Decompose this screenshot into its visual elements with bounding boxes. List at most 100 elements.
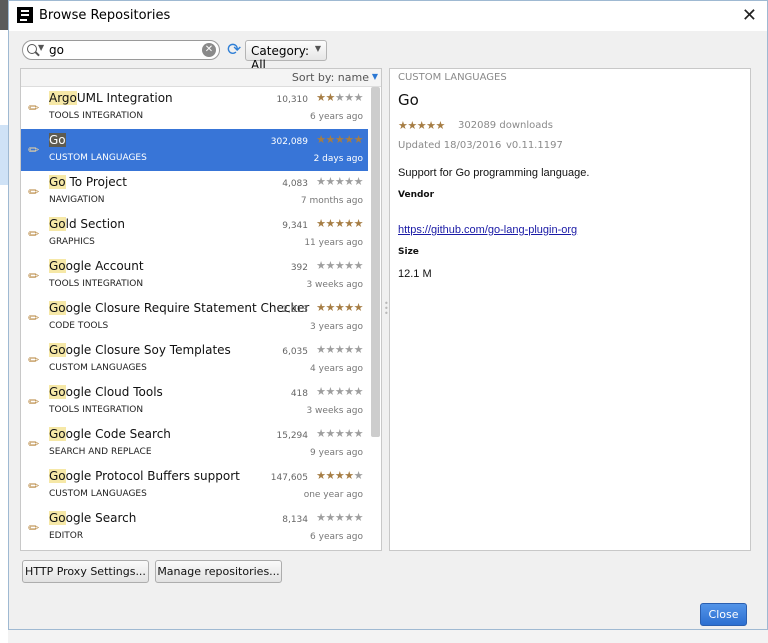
detail-downloads: 302089 downloads — [458, 120, 553, 131]
rating-stars: ★★★★★ — [316, 469, 363, 482]
plugin-name: Google Closure Soy Templates — [49, 343, 231, 357]
detail-description: Support for Go programming language. — [398, 167, 590, 179]
plugin-name: Google Search — [49, 511, 137, 525]
background-strip — [8, 630, 768, 643]
plugin-category: EDITOR — [49, 531, 84, 541]
search-icon[interactable] — [27, 44, 37, 54]
plugin-downloads: 10,310 — [276, 95, 309, 105]
plugin-category: CUSTOM LANGUAGES — [49, 153, 147, 163]
refresh-icon[interactable]: ⟳ — [227, 40, 241, 60]
plugin-category: GRAPHICS — [49, 237, 95, 247]
search-field[interactable]: ▼ go ✕ — [22, 40, 220, 60]
search-history-dropdown-icon[interactable]: ▼ — [38, 43, 44, 52]
list-item[interactable]: ✎ Google Closure Soy Templates CUSTOM LANG… — [21, 339, 368, 381]
list-item[interactable]: ✎ Google Search EDITOR 8,134 ★★★★★ 6 years ag… — [21, 507, 368, 549]
plugin-date: 3 weeks ago — [306, 280, 363, 290]
plugin-downloads: 147,605 — [270, 473, 308, 483]
plugin-name: Go To Project — [49, 175, 127, 189]
list-item[interactable]: ✎ Google Protocol Buffers support CUSTOM L… — [21, 465, 368, 507]
window-title: Browse Repositories — [39, 8, 171, 23]
rating-stars: ★★★★★ — [316, 385, 363, 398]
background-window — [0, 30, 8, 643]
chevron-down-icon: ▼ — [314, 44, 321, 53]
plugin-icon: ✎ — [25, 519, 44, 538]
list-item[interactable]: ✎ Go CUSTOM LANGUAGES 302,089 ★★★★★ 2 days ag… — [21, 129, 368, 171]
plugin-date: 3 years ago — [310, 322, 363, 332]
plugin-date: 3 weeks ago — [306, 406, 363, 416]
sort-header[interactable]: Sort by: name ▼ — [21, 69, 381, 87]
plugin-downloads: 302,089 — [270, 137, 308, 147]
plugin-downloads: 418 — [290, 389, 308, 399]
plugin-category: SEARCH AND REPLACE — [49, 447, 152, 457]
rating-stars: ★★★★★ — [316, 301, 363, 314]
plugin-downloads: 392 — [290, 263, 308, 273]
vendor-link[interactable]: https://github.com/go-lang-plugin-org — [398, 224, 577, 236]
plugin-list: Sort by: name ▼ ✎ ArgoUML Integration TOOL… — [20, 68, 382, 551]
plugin-downloads: 8,134 — [282, 515, 308, 525]
rating-stars: ★★★★★ — [316, 343, 363, 356]
clear-search-icon[interactable]: ✕ — [202, 43, 216, 57]
detail-category: CUSTOM LANGUAGES — [398, 72, 507, 83]
close-icon[interactable]: ✕ — [742, 5, 757, 26]
sort-arrow-icon[interactable]: ▼ — [372, 72, 378, 81]
detail-updated: Updated 18/03/2016 — [398, 140, 502, 151]
intellij-app-icon — [17, 7, 33, 23]
plugin-date: 9 years ago — [310, 448, 363, 458]
list-item[interactable]: ✎ Google Closure Require Statement Checke… — [21, 297, 368, 339]
plugin-category: CUSTOM LANGUAGES — [49, 363, 147, 373]
detail-plugin-name: Go — [398, 91, 419, 109]
plugin-date: 7 months ago — [300, 196, 363, 206]
list-item[interactable]: ✎ Google Account TOOLS INTEGRATION 392 ★★★★★… — [21, 255, 368, 297]
plugin-icon: ✎ — [25, 393, 44, 412]
rating-stars: ★★★★★ — [316, 259, 363, 272]
close-button[interactable]: Close — [700, 603, 747, 626]
plugin-downloads: 4,083 — [282, 179, 308, 189]
manage-repositories-button[interactable]: Manage repositories... — [155, 560, 282, 583]
plugin-icon: ✎ — [25, 435, 44, 454]
plugin-category: TOOLS INTEGRATION — [49, 111, 144, 121]
rating-stars: ★★★★★ — [316, 511, 363, 524]
sort-label[interactable]: Sort by: name — [292, 71, 369, 84]
rating-stars: ★★★★★ — [316, 133, 363, 146]
plugin-name: Go — [49, 133, 66, 147]
plugin-date: 2 days ago — [313, 154, 363, 164]
plugin-category: TOOLS INTEGRATION — [49, 279, 144, 289]
list-item[interactable]: ✎ Google Cloud Tools TOOLS INTEGRATION 418 ★… — [21, 381, 368, 423]
plugin-name: Google Protocol Buffers support — [49, 469, 240, 483]
plugin-icon: ✎ — [25, 477, 44, 496]
search-input[interactable]: go — [49, 43, 64, 57]
category-dropdown[interactable]: Category: All ▼ — [245, 40, 327, 72]
plugin-downloads: 2,913 — [282, 305, 308, 315]
list-item[interactable]: ✎ Gold Section GRAPHICS 9,341 ★★★★★ 11 years … — [21, 213, 368, 255]
background-selection — [0, 125, 8, 185]
list-item[interactable]: ✎ Google Code Search SEARCH AND REPLACE 15,… — [21, 423, 368, 465]
plugin-date: 6 years ago — [310, 112, 363, 122]
plugin-category: NAVIGATION — [49, 195, 105, 205]
plugin-date: one year ago — [303, 490, 363, 500]
detail-rating-stars: ★★★★★ — [398, 119, 445, 132]
plugin-name: Google Closure Require Statement Checker — [49, 301, 310, 315]
plugin-date: 6 years ago — [310, 532, 363, 542]
plugin-date: 4 years ago — [310, 364, 363, 374]
detail-version: v0.11.1197 — [506, 140, 563, 151]
http-proxy-settings-button[interactable]: HTTP Proxy Settings... — [22, 560, 149, 583]
plugin-name: Gold Section — [49, 217, 125, 231]
list-scrollbar[interactable] — [371, 87, 380, 437]
plugin-downloads: 6,035 — [282, 347, 308, 357]
rating-stars: ★★★★★ — [316, 217, 363, 230]
splitter-grip-icon[interactable]: • • • — [384, 300, 389, 318]
title-bar: Browse Repositories ✕ — [9, 1, 767, 31]
list-item[interactable]: ✎ ArgoUML Integration TOOLS INTEGRATION 10,… — [21, 87, 368, 129]
plugin-downloads: 9,341 — [282, 221, 308, 231]
rating-stars: ★★★★★ — [316, 91, 363, 104]
list-item[interactable]: ✎ Go To Project NAVIGATION 4,083 ★★★★★ 7 mont… — [21, 171, 368, 213]
plugin-date: 11 years ago — [304, 238, 363, 248]
plugin-icon: ✎ — [25, 183, 44, 202]
detail-vendor-label: Vendor — [398, 190, 435, 200]
plugin-name: Google Cloud Tools — [49, 385, 163, 399]
plugin-category: CUSTOM LANGUAGES — [49, 489, 147, 499]
rating-stars: ★★★★★ — [316, 175, 363, 188]
plugin-icon: ✎ — [25, 309, 44, 328]
plugin-name: ArgoUML Integration — [49, 91, 173, 105]
rating-stars: ★★★★★ — [316, 427, 363, 440]
